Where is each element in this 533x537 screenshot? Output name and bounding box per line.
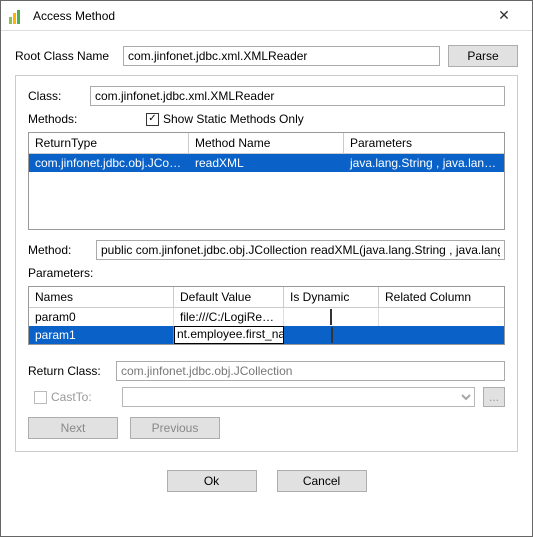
col-parameters[interactable]: Parameters [344, 133, 504, 154]
main-panel: Class: Methods: ✓ Show Static Methods On… [15, 75, 518, 452]
castto-label: CastTo: [51, 390, 92, 404]
return-class-input [116, 361, 505, 381]
root-class-label: Root Class Name [15, 49, 115, 63]
cancel-button[interactable]: Cancel [277, 470, 367, 492]
methods-row[interactable]: com.jinfonet.jdbc.obj.JCollec... readXML… [29, 154, 504, 172]
methods-table[interactable]: ReturnType Method Name Parameters com.ji… [28, 132, 505, 230]
parameters-label: Parameters: [28, 266, 505, 280]
castto-checkbox[interactable]: CastTo: [34, 390, 114, 404]
window-title: Access Method [33, 9, 484, 23]
previous-button: Previous [130, 417, 220, 439]
class-input[interactable] [90, 86, 505, 106]
app-icon [9, 8, 25, 24]
param-row[interactable]: param1 nt.employee.first_name [29, 326, 504, 344]
methods-label: Methods: [28, 112, 138, 126]
col-dynamic[interactable]: Is Dynamic [284, 287, 379, 308]
col-names[interactable]: Names [29, 287, 174, 308]
show-static-label: Show Static Methods Only [163, 112, 304, 126]
show-static-checkbox[interactable]: ✓ Show Static Methods Only [146, 112, 304, 126]
class-label: Class: [28, 89, 82, 103]
access-method-dialog: Access Method ✕ Root Class Name Parse Cl… [0, 0, 533, 537]
root-class-input[interactable] [123, 46, 440, 66]
col-related[interactable]: Related Column [379, 287, 504, 308]
castto-browse-button: ... [483, 387, 505, 407]
next-button: Next [28, 417, 118, 439]
titlebar: Access Method ✕ [1, 1, 532, 31]
col-returntype[interactable]: ReturnType [29, 133, 189, 154]
method-label: Method: [28, 243, 88, 257]
content-area: Root Class Name Parse Class: Methods: ✓ … [1, 31, 532, 536]
castto-select [122, 387, 475, 407]
root-class-row: Root Class Name Parse [15, 45, 518, 67]
parameters-table[interactable]: Names Default Value Is Dynamic Related C… [28, 286, 505, 345]
ok-button[interactable]: Ok [167, 470, 257, 492]
method-input[interactable] [96, 240, 505, 260]
dynamic-checkbox[interactable] [331, 327, 333, 343]
parse-button[interactable]: Parse [448, 45, 518, 67]
default-value-editor[interactable]: nt.employee.first_name [174, 326, 284, 344]
col-methodname[interactable]: Method Name [189, 133, 344, 154]
dynamic-checkbox[interactable] [330, 309, 332, 325]
return-class-label: Return Class: [28, 364, 108, 378]
param-row[interactable]: param0 file:///C:/LogiReport... [29, 308, 504, 326]
dialog-footer: Ok Cancel [15, 460, 518, 504]
close-icon[interactable]: ✕ [484, 7, 524, 24]
col-default[interactable]: Default Value [174, 287, 284, 308]
